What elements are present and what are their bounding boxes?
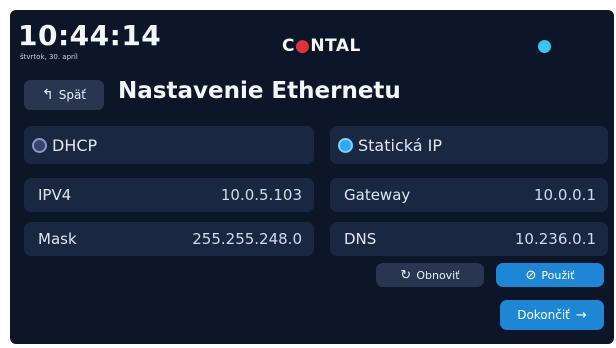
logo-text-start: C [282,36,295,56]
finish-label: Dokončiť [517,308,570,322]
logo-text-end: NTAL [310,36,361,56]
ipv4-value: 10.0.5.103 [220,186,302,204]
dns-field[interactable]: DNS 10.236.0.1 [330,222,608,256]
page-title: Nastavenie Ethernetu [118,78,401,104]
gateway-field[interactable]: Gateway 10.0.0.1 [330,178,608,212]
apply-label: Použiť [541,268,575,282]
mask-field[interactable]: Mask 255.255.248.0 [24,222,314,256]
ipv4-field[interactable]: IPV4 10.0.5.103 [24,178,314,212]
static-ip-label: Statická IP [358,135,442,155]
dns-label: DNS [344,230,377,248]
back-button-label: Späť [58,88,87,102]
mask-value: 255.255.248.0 [192,230,302,248]
refresh-label: Obnoviť [416,268,460,282]
ethernet-settings-screen: 10:44:14 štvrtok, 30. apríl C●NTAL ↰ Spä… [10,10,614,344]
check-circle-icon: ⊘ [525,267,537,283]
apply-button[interactable]: ⊘ Použiť [496,263,604,287]
refresh-icon: ↻ [400,267,412,283]
mask-label: Mask [38,230,77,248]
static-ip-radio-icon[interactable] [338,137,353,153]
gateway-label: Gateway [344,186,411,204]
dhcp-option[interactable]: DHCP [24,126,314,164]
dns-value: 10.236.0.1 [514,230,596,248]
finish-button[interactable]: Dokončiť → [500,300,604,330]
logo-o-mark: ● [294,36,311,56]
clock-date: štvrtok, 30. apríl [20,53,78,61]
static-ip-option[interactable]: Statická IP [330,126,608,164]
gateway-value: 10.0.0.1 [533,186,596,204]
arrow-right-icon: → [575,307,587,323]
ipv4-label: IPV4 [38,186,72,204]
clock-time: 10:44:14 [18,19,162,52]
brand-logo: C●NTAL [282,36,361,56]
dhcp-radio-icon[interactable] [32,137,47,153]
dhcp-label: DHCP [52,135,98,155]
back-arrow-icon: ↰ [41,87,54,103]
status-indicator-icon [538,40,551,53]
refresh-button[interactable]: ↻ Obnoviť [376,263,484,287]
back-button[interactable]: ↰ Späť [24,80,104,110]
